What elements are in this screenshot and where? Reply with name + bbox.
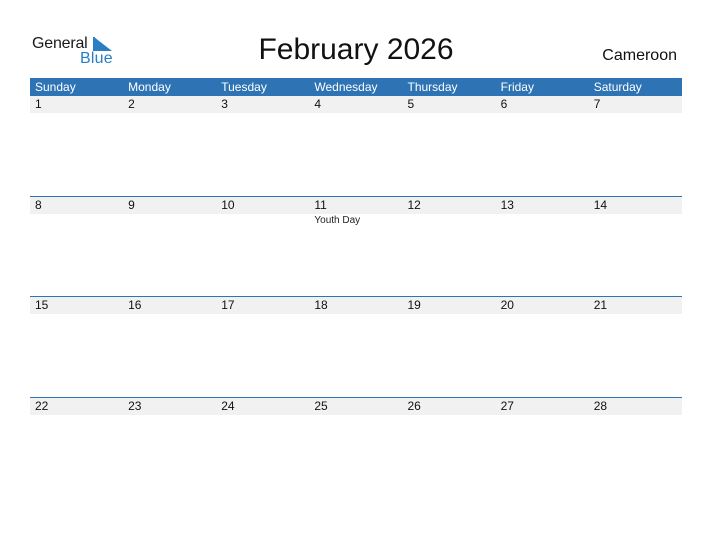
weekday-sunday: Sunday [35, 80, 76, 94]
weekday-tuesday: Tuesday [221, 80, 267, 94]
day-cell: 6 [496, 96, 589, 113]
day-number: 9 [128, 197, 135, 212]
weekday-friday: Friday [500, 80, 534, 94]
day-number: 1 [35, 97, 42, 111]
date-strip: 22 23 24 25 26 27 28 [30, 397, 682, 415]
day-cell: 16 [123, 297, 216, 314]
day-number: 11 [314, 197, 327, 212]
date-strip: 15 16 17 18 19 20 21 [30, 297, 682, 314]
day-number: 17 [221, 298, 235, 312]
weekday-saturday: Saturday [593, 80, 642, 94]
day-cell: 5 [403, 96, 496, 113]
day-cell: 21 [589, 297, 682, 314]
day-cell: 11 Youth Day [309, 197, 402, 226]
holiday-youth-day: Youth Day [314, 214, 361, 226]
day-number: 25 [314, 398, 328, 413]
day-number: 6 [500, 97, 508, 111]
weekday-thursday: Thursday [407, 80, 458, 94]
day-number: 7 [593, 97, 601, 111]
day-number: 2 [128, 97, 135, 111]
week-row: 8 9 10 11 Youth Day 12 13 14 [30, 195, 682, 297]
weekday-header-row: Sunday Monday Tuesday Wednesday Thursday… [30, 78, 682, 96]
day-number: 18 [314, 298, 328, 312]
day-number: 20 [500, 298, 514, 312]
day-cell: 4 [309, 96, 402, 113]
week-row: 1 2 3 4 5 6 7 [30, 96, 682, 196]
day-number: 3 [221, 97, 228, 111]
day-number: 10 [221, 197, 235, 212]
day-number: 4 [314, 97, 322, 111]
day-cell: 24 [216, 398, 309, 415]
country-label: Cameroon [602, 47, 677, 64]
day-number: 13 [500, 197, 514, 212]
day-number: 12 [407, 197, 421, 212]
day-cell: 19 [403, 297, 496, 314]
day-number: 8 [35, 197, 42, 212]
day-cell: 7 [589, 96, 682, 113]
day-number: 5 [407, 97, 415, 111]
day-number: 21 [593, 298, 608, 312]
date-strip: 1 2 3 4 5 6 7 [30, 96, 682, 113]
day-cell: 1 [30, 96, 123, 113]
day-cell: 9 [123, 197, 216, 214]
day-cell: 20 [496, 297, 589, 314]
day-cell: 23 [123, 398, 216, 415]
day-number: 16 [128, 298, 142, 312]
day-cell: 3 [216, 96, 309, 113]
day-cell: 25 [309, 398, 402, 415]
day-cell: 27 [496, 398, 589, 415]
day-number: 28 [593, 398, 608, 413]
day-number: 22 [35, 398, 49, 413]
day-cell: 26 [403, 398, 496, 415]
day-cell: 14 [589, 197, 682, 214]
day-cell: 10 [216, 197, 309, 214]
week-row: 15 16 17 18 19 20 21 [30, 296, 682, 397]
day-cell: 17 [216, 297, 309, 314]
day-number: 26 [407, 398, 421, 413]
day-cell: 22 [30, 398, 123, 415]
day-number: 23 [128, 398, 142, 413]
weekday-wednesday: Wednesday [314, 80, 378, 94]
date-strip: 8 9 10 11 Youth Day 12 13 14 [30, 196, 682, 226]
day-cell: 8 [30, 197, 123, 214]
week-row: 22 23 24 25 26 27 28 [30, 396, 682, 498]
weekday-monday: Monday [128, 80, 171, 94]
calendar-grid: Sunday Monday Tuesday Wednesday Thursday… [30, 78, 682, 497]
day-cell: 12 [403, 197, 496, 214]
day-number: 24 [221, 398, 235, 413]
day-cell: 2 [123, 96, 216, 113]
day-number: 27 [500, 398, 514, 413]
day-cell: 28 [589, 398, 682, 415]
day-number: 19 [407, 298, 421, 312]
day-cell: 15 [30, 297, 123, 314]
day-number: 14 [593, 197, 608, 212]
day-cell: 18 [309, 297, 402, 314]
day-cell: 13 [496, 197, 589, 214]
day-number: 15 [35, 298, 49, 312]
